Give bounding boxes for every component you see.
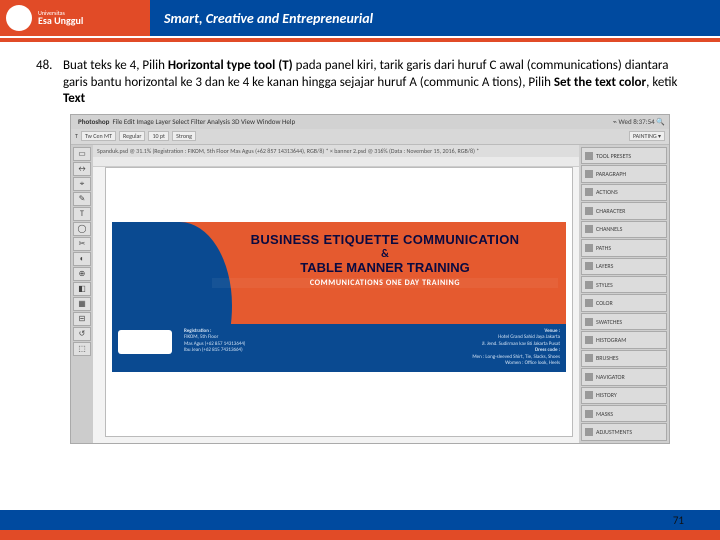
tool-button[interactable]: ⊕ [73,267,91,281]
panel-icon [585,428,593,436]
panel-paths[interactable]: PATHS [581,239,667,256]
tool-button[interactable]: ⊟ [73,312,91,326]
tool-button[interactable]: ✂ [73,237,91,251]
panel-icon [585,170,593,178]
title-amp: & [212,247,558,260]
panel-icon [585,281,593,289]
step-number: 48. [36,58,60,75]
panel-brushes[interactable]: BRUSHES [581,350,667,367]
panel-styles[interactable]: STYLES [581,276,667,293]
artwork-footer: Registration : FIKOM, 5th Floor Mas Agus… [112,324,566,372]
univ-name: Esa Unggul [38,14,83,27]
tool-button[interactable]: ↔ [73,162,91,176]
panel-icon [585,225,593,233]
slide-footer: 71 [0,510,720,540]
logo-icon [6,5,32,31]
spotlight-icon: 🔍 [656,117,665,126]
ps-app-name: Photoshop [78,117,109,126]
ps-menubar: Photoshop File Edit Image Layer Select F… [71,115,669,129]
footer-blue: 71 [0,510,720,530]
venue-col: Venue : Hotel Grand Sahid Jaya Jakarta J… [466,324,566,372]
ps-left-toolbar: ▭↔⌖✎T◯✂◐⊕◧▦⊟↺⬚ [71,145,93,443]
tool-button[interactable]: ◯ [73,222,91,236]
panel-actions[interactable]: ACTIONS [581,184,667,201]
tool-button[interactable]: ✎ [73,192,91,206]
ps-status-right: ⌁ Wed 8:37:54 🔍 [613,117,665,126]
tagline: Smart, Creative and Entrepreneurial [150,0,720,36]
ps-menus: File Edit Image Layer Select Filter Anal… [112,117,295,126]
panel-icon [585,207,593,215]
ps-body: ▭↔⌖✎T◯✂◐⊕◧▦⊟↺⬚ Spanduk.psd @ 31.1% (Regi… [71,145,669,443]
artwork-text-block: BUSINESS ETIQUETTE COMMUNICATION & TABLE… [212,232,558,288]
title-line1: BUSINESS ETIQUETTE COMMUNICATION [212,232,558,247]
page-number: 71 [673,514,684,527]
tool-button[interactable]: ▦ [73,297,91,311]
panel-histogram[interactable]: HISTOGRAM [581,331,667,348]
panel-icon [585,262,593,270]
panel-color[interactable]: COLOR [581,294,667,311]
type-tool-icon: T [75,132,78,140]
font-family-select[interactable]: Tw Cen MT [81,131,116,141]
photoshop-screenshot: Photoshop File Edit Image Layer Select F… [70,114,670,444]
document-tabs[interactable]: Spanduk.psd @ 31.1% (Registration : FIKO… [93,145,579,157]
font-size-select[interactable]: 10 pt [148,131,169,141]
panel-paragraph[interactable]: PARAGRAPH [581,165,667,182]
clock: Wed 8:37:54 [618,117,654,126]
tool-button[interactable]: ↺ [73,327,91,341]
panel-channels[interactable]: CHANNELS [581,221,667,238]
panel-icon [585,244,593,252]
ruler-horizontal [93,157,579,167]
panel-navigator[interactable]: NAVIGATOR [581,368,667,385]
tool-button[interactable]: ▭ [73,147,91,161]
panel-icon [585,354,593,362]
tool-button[interactable]: ⬚ [73,342,91,356]
panel-icon [585,391,593,399]
panel-history[interactable]: HISTORY [581,387,667,404]
panel-character[interactable]: CHARACTER [581,202,667,219]
artwork-logo-icon [118,330,172,354]
panel-icon [585,410,593,418]
tool-button[interactable]: ⌖ [73,177,91,191]
panel-icon [585,336,593,344]
panel-swatches[interactable]: SWATCHES [581,313,667,330]
step-body: Buat teks ke 4, Pilih Horizontal type to… [63,58,683,108]
tool-button[interactable]: ◧ [73,282,91,296]
footer-orange [0,530,720,540]
canvas-stage[interactable]: BUSINESS ETIQUETTE COMMUNICATION & TABLE… [105,167,573,437]
panel-tool-presets[interactable]: TOOL PRESETS [581,147,667,164]
panel-adjustments[interactable]: ADJUSTMENTS [581,423,667,440]
panel-icon [585,188,593,196]
panel-icon [585,373,593,381]
title-line2: TABLE MANNER TRAINING [212,260,558,275]
logo-text: Universitas Esa Unggul [38,10,83,26]
title-line3: COMMUNICATIONS ONE DAY TRAINING [212,278,558,288]
ps-options-bar: T Tw Cen MT Regular 10 pt Strong PAINTIN… [71,129,669,145]
panel-masks[interactable]: MASKS [581,405,667,422]
panel-icon [585,152,593,160]
font-style-select[interactable]: Regular [119,131,145,141]
ps-right-panels: TOOL PRESETSPARAGRAPH ACTIONSCHARACTER CHA… [579,145,669,443]
antialias-select[interactable]: Strong [172,131,196,141]
tool-button[interactable]: ◐ [73,252,91,266]
workspace-switcher[interactable]: PAINTING ▾ [629,131,665,141]
instruction-text: 48. Buat teks ke 4, Pilih Horizontal typ… [0,42,720,114]
panel-layers[interactable]: LAYERS [581,258,667,275]
ps-canvas-area: Spanduk.psd @ 31.1% (Registration : FIKO… [93,145,579,443]
panel-icon [585,299,593,307]
registration-col: Registration : FIKOM, 5th Floor Mas Agus… [178,324,251,372]
logo-block: Universitas Esa Unggul [0,0,150,36]
artwork-banner: BUSINESS ETIQUETTE COMMUNICATION & TABLE… [112,222,566,372]
tool-button[interactable]: T [73,207,91,221]
panel-icon [585,318,593,326]
header-banner: Universitas Esa Unggul Smart, Creative a… [0,0,720,36]
